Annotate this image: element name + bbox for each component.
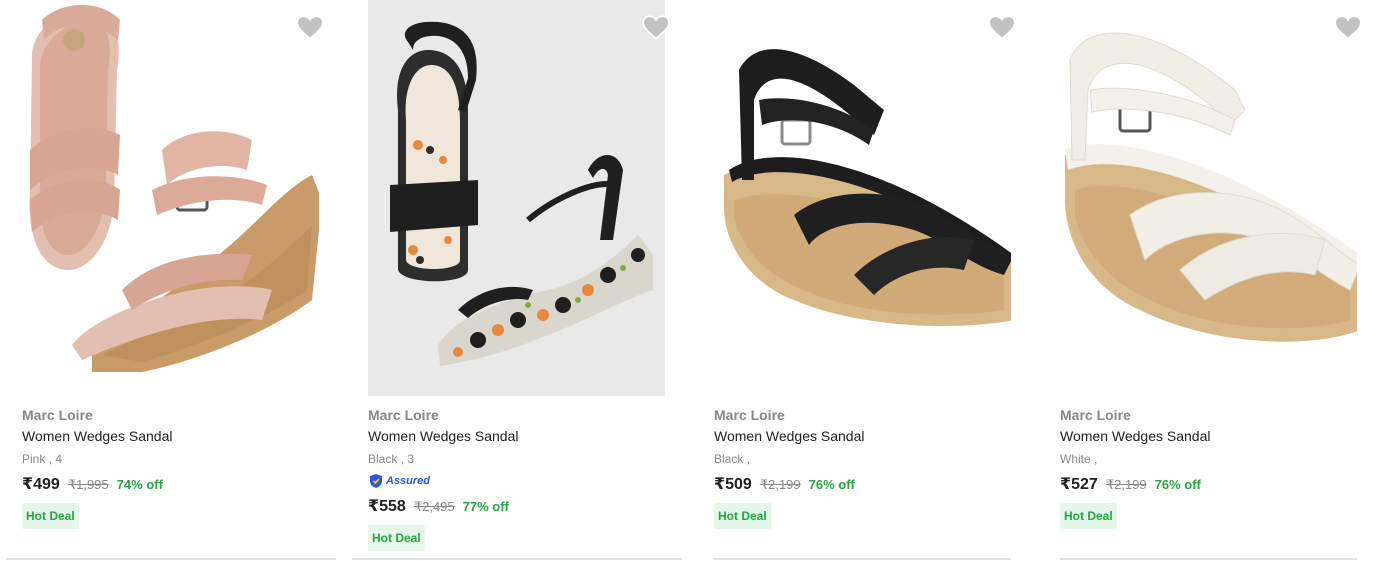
row-divider xyxy=(1060,558,1357,560)
hot-deal-badge: Hot Deal xyxy=(368,525,425,551)
product-price: ₹558 xyxy=(368,498,406,515)
product-mrp: ₹2,495 xyxy=(413,499,455,514)
product-price: ₹527 xyxy=(1060,476,1098,493)
product-info: Marc Loire Women Wedges Sandal Black , ₹… xyxy=(714,406,1014,529)
price-row: ₹527 ₹2,199 76% off xyxy=(1060,475,1360,495)
product-variant: White , xyxy=(1060,452,1098,466)
product-brand: Marc Loire xyxy=(1060,407,1131,423)
product-brand: Marc Loire xyxy=(368,407,439,423)
product-variant: Black , 3 xyxy=(368,452,415,466)
assured-shield-icon xyxy=(368,473,384,489)
product-discount: 77% off xyxy=(462,499,509,514)
product-title[interactable]: Women Wedges Sandal xyxy=(22,427,322,445)
product-card[interactable]: Marc Loire Women Wedges Sandal Pink , 4 … xyxy=(0,0,346,561)
product-info: Marc Loire Women Wedges Sandal Pink , 4 … xyxy=(22,406,322,529)
product-grid: Marc Loire Women Wedges Sandal Pink , 4 … xyxy=(0,0,1381,561)
heart-icon[interactable] xyxy=(1334,14,1362,42)
product-image[interactable] xyxy=(22,0,319,396)
row-divider xyxy=(6,558,336,560)
product-image[interactable] xyxy=(368,0,665,396)
product-variant: Black , xyxy=(714,452,751,466)
product-brand: Marc Loire xyxy=(714,407,785,423)
assured-label: Assured xyxy=(386,475,431,487)
product-mrp: ₹2,199 xyxy=(759,477,801,492)
product-mrp: ₹1,995 xyxy=(67,477,109,492)
product-price: ₹509 xyxy=(714,476,752,493)
product-card[interactable]: Marc Loire Women Wedges Sandal White , ₹… xyxy=(1038,0,1381,561)
hot-deal-badge: Hot Deal xyxy=(22,503,79,529)
price-row: ₹509 ₹2,199 76% off xyxy=(714,475,1014,495)
heart-icon[interactable] xyxy=(988,14,1016,42)
product-discount: 74% off xyxy=(116,477,163,492)
product-title[interactable]: Women Wedges Sandal xyxy=(1060,427,1360,445)
price-row: ₹499 ₹1,995 74% off xyxy=(22,475,322,495)
product-info: Marc Loire Women Wedges Sandal White , ₹… xyxy=(1060,406,1360,529)
product-discount: 76% off xyxy=(808,477,855,492)
product-image[interactable] xyxy=(714,0,1011,396)
product-variant: Pink , 4 xyxy=(22,452,63,466)
row-divider xyxy=(714,558,1011,560)
assured-badge: Assured xyxy=(368,473,668,489)
hot-deal-badge: Hot Deal xyxy=(714,503,771,529)
product-card[interactable]: Marc Loire Women Wedges Sandal Black , ₹… xyxy=(692,0,1038,561)
heart-icon[interactable] xyxy=(296,14,324,42)
row-divider xyxy=(352,558,682,560)
product-card[interactable]: Marc Loire Women Wedges Sandal Black , 3… xyxy=(346,0,692,561)
product-discount: 76% off xyxy=(1154,477,1201,492)
product-price: ₹499 xyxy=(22,476,60,493)
product-info: Marc Loire Women Wedges Sandal Black , 3… xyxy=(368,406,668,551)
heart-icon[interactable] xyxy=(642,14,670,42)
hot-deal-badge: Hot Deal xyxy=(1060,503,1117,529)
product-title[interactable]: Women Wedges Sandal xyxy=(714,427,1014,445)
product-title[interactable]: Women Wedges Sandal xyxy=(368,427,668,445)
product-mrp: ₹2,199 xyxy=(1105,477,1147,492)
product-image[interactable] xyxy=(1060,0,1357,396)
product-brand: Marc Loire xyxy=(22,407,93,423)
price-row: ₹558 ₹2,495 77% off xyxy=(368,497,668,517)
